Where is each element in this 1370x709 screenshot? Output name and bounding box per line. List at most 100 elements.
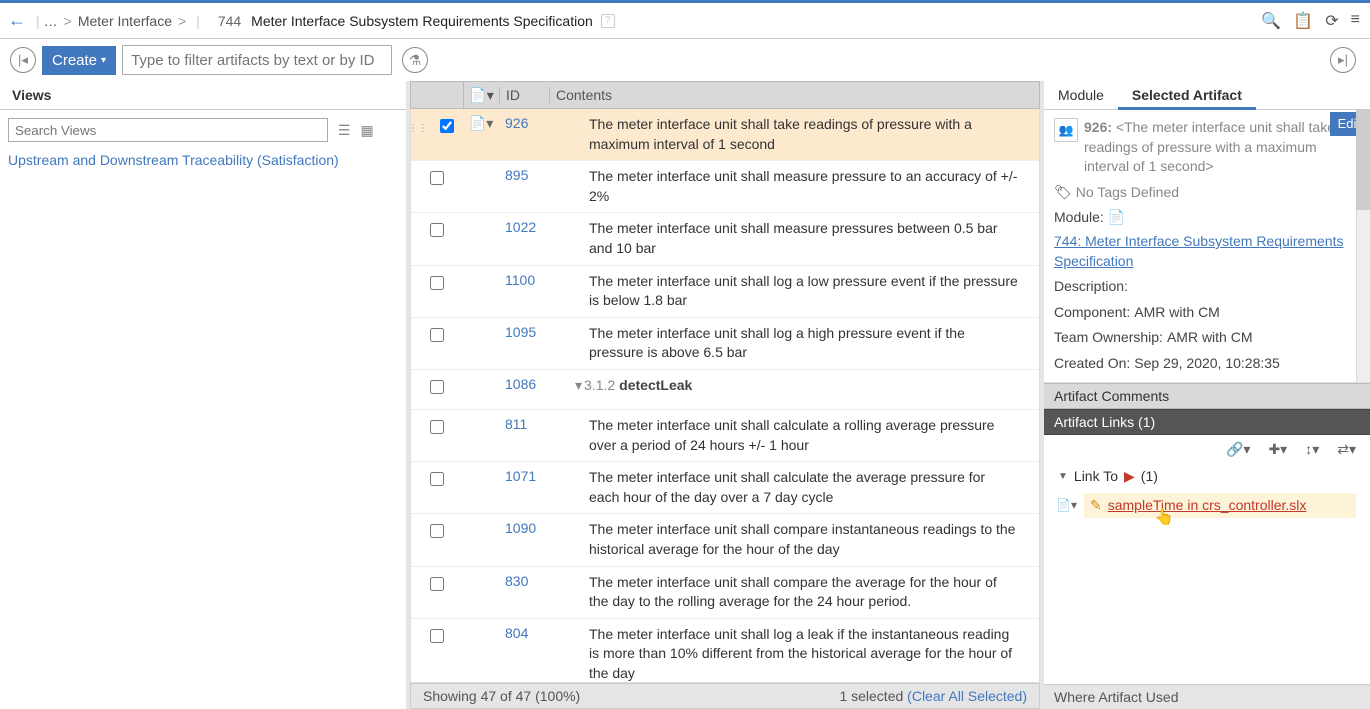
artifact-id: 926:	[1084, 119, 1112, 135]
row-type-icon	[463, 468, 499, 507]
row-checkbox[interactable]	[430, 380, 444, 394]
module-link[interactable]: 744: Meter Interface Subsystem Requireme…	[1054, 232, 1360, 271]
row-checkbox[interactable]	[440, 119, 454, 133]
back-arrow-icon[interactable]: ←	[8, 10, 26, 31]
table-row[interactable]: 1095 The meter interface unit shall log a…	[411, 318, 1039, 370]
tab-module[interactable]: Module	[1044, 81, 1118, 109]
menu-icon[interactable]: ≡	[1351, 11, 1360, 31]
col-type-icon[interactable]: 📄▾	[463, 82, 499, 108]
row-type-icon	[463, 625, 499, 683]
row-checkbox[interactable]	[430, 276, 444, 290]
row-id-link[interactable]: 1095	[505, 324, 536, 340]
scrollbar[interactable]	[1356, 110, 1370, 382]
clipboard-icon[interactable]: 📋	[1293, 11, 1313, 31]
page-title: Meter Interface Subsystem Requirements S…	[251, 13, 593, 29]
row-id-link[interactable]: 1086	[505, 376, 536, 392]
component-value: AMR with CM	[1134, 303, 1220, 323]
table-row[interactable]: 1100 The meter interface unit shall log a…	[411, 266, 1039, 318]
row-type-icon	[463, 324, 499, 363]
link-item-text[interactable]: sampleTime in crs_controller.slx	[1108, 497, 1307, 513]
view-list-icon[interactable]: ☰	[338, 122, 351, 139]
breadcrumb-ellipsis[interactable]: …	[44, 13, 58, 29]
search-views-input[interactable]	[8, 118, 328, 142]
filter-icon[interactable]: ⚗	[402, 47, 428, 73]
col-contents-header[interactable]: Contents	[549, 87, 909, 103]
refresh-icon[interactable]: ⟳	[1325, 11, 1338, 31]
nav-first-icon[interactable]: |◂	[10, 47, 36, 73]
col-id-header[interactable]: ID	[499, 87, 549, 103]
row-type-icon: 📄▾	[463, 115, 499, 154]
footer-selected: 1 selected	[839, 688, 903, 704]
section-caret-icon[interactable]: ▾	[575, 377, 582, 393]
row-id-link[interactable]: 830	[505, 573, 528, 589]
row-checkbox[interactable]	[430, 472, 444, 486]
view-grid-icon[interactable]: ▦	[360, 122, 373, 139]
row-type-icon	[463, 272, 499, 311]
row-type-icon	[463, 219, 499, 258]
table-row[interactable]: 804The meter interface unit shall log a …	[411, 619, 1039, 683]
row-id-link[interactable]: 895	[505, 167, 528, 183]
chevron-down-icon[interactable]: ▼	[1058, 471, 1068, 482]
row-id-link[interactable]: 1100	[505, 272, 535, 288]
table-row[interactable]: 895The meter interface unit shall measur…	[411, 161, 1039, 213]
row-contents: The meter interface unit shall calculate…	[589, 468, 1039, 507]
row-type-icon	[463, 376, 499, 403]
row-id-link[interactable]: 1071	[505, 468, 536, 484]
row-contents: The meter interface unit shall measure p…	[589, 219, 1039, 258]
table-row[interactable]: 📄▾926The meter interface unit shall take…	[411, 109, 1039, 161]
row-contents: ▾3.1.2detectLeak	[589, 376, 1039, 403]
help-icon[interactable]: ?	[601, 14, 615, 28]
link-tool-4-icon[interactable]: ⇄▾	[1337, 441, 1356, 458]
table-row[interactable]: 1071 The meter interface unit shall calcu…	[411, 462, 1039, 514]
team-value: AMR with CM	[1167, 328, 1253, 348]
description-label: Description:	[1054, 277, 1128, 297]
link-tool-2-icon[interactable]: ✚▾	[1268, 441, 1287, 458]
nav-last-icon[interactable]: ▸|	[1330, 47, 1356, 73]
created-label: Created On:	[1054, 354, 1130, 374]
row-id-link[interactable]: 926	[505, 115, 528, 131]
row-checkbox[interactable]	[430, 524, 444, 538]
grid-body[interactable]: 📄▾926The meter interface unit shall take…	[410, 109, 1040, 683]
breadcrumb-parent[interactable]: Meter Interface	[78, 13, 172, 29]
row-id-link[interactable]: 1090	[505, 520, 536, 536]
clear-all-link[interactable]: (Clear All Selected)	[907, 688, 1027, 704]
row-checkbox[interactable]	[430, 328, 444, 342]
created-value: Sep 29, 2020, 10:28:35	[1134, 354, 1280, 374]
link-tool-3-icon[interactable]: ↕▾	[1305, 441, 1319, 458]
row-type-icon	[463, 167, 499, 206]
breadcrumb: … > Meter Interface > | 744 Meter Interf…	[44, 13, 615, 29]
row-id-link[interactable]: 811	[505, 416, 527, 432]
create-button[interactable]: Create	[42, 46, 116, 75]
row-type-icon	[463, 520, 499, 559]
table-row[interactable]: 1090The meter interface unit shall compa…	[411, 514, 1039, 566]
tab-selected-artifact[interactable]: Selected Artifact	[1118, 81, 1256, 109]
row-checkbox[interactable]	[430, 420, 444, 434]
table-row[interactable]: 811 The meter interface unit shall calcul…	[411, 410, 1039, 462]
link-item[interactable]: ✎ sampleTime in crs_controller.slx 👆	[1084, 493, 1356, 518]
row-checkbox[interactable]	[430, 577, 444, 591]
table-row[interactable]: 830The meter interface unit shall compar…	[411, 567, 1039, 619]
search-icon[interactable]: 🔍	[1261, 11, 1281, 31]
artifact-comments-header[interactable]: Artifact Comments	[1044, 383, 1370, 409]
table-row[interactable]: 1086 ▾3.1.2detectLeak	[411, 370, 1039, 410]
row-checkbox[interactable]	[430, 171, 444, 185]
link-tool-1-icon[interactable]: 🔗▾	[1226, 441, 1250, 458]
artifact-type-icon: 👥	[1054, 118, 1078, 142]
artifact-links-header[interactable]: Artifact Links (1)	[1044, 409, 1370, 435]
where-artifact-used[interactable]: Where Artifact Used	[1044, 684, 1370, 709]
table-row[interactable]: 1022 The meter interface unit shall measu…	[411, 213, 1039, 265]
link-to-label[interactable]: Link To	[1074, 468, 1118, 484]
row-contents: The meter interface unit shall log a low…	[589, 272, 1039, 311]
row-id-link[interactable]: 804	[505, 625, 528, 641]
trace-link[interactable]: Upstream and Downstream Traceability (Sa…	[8, 152, 398, 168]
module-label: Module:	[1054, 208, 1104, 228]
row-id-link[interactable]: 1022	[505, 219, 536, 235]
divider: |	[36, 13, 40, 29]
row-checkbox[interactable]	[430, 223, 444, 237]
row-contents: The meter interface unit shall calculate…	[589, 416, 1039, 455]
row-checkbox[interactable]	[430, 629, 444, 643]
team-label: Team Ownership:	[1054, 328, 1163, 348]
filter-input[interactable]	[122, 45, 392, 75]
row-contents: The meter interface unit shall log a hig…	[589, 324, 1039, 363]
row-type-icon	[463, 416, 499, 455]
